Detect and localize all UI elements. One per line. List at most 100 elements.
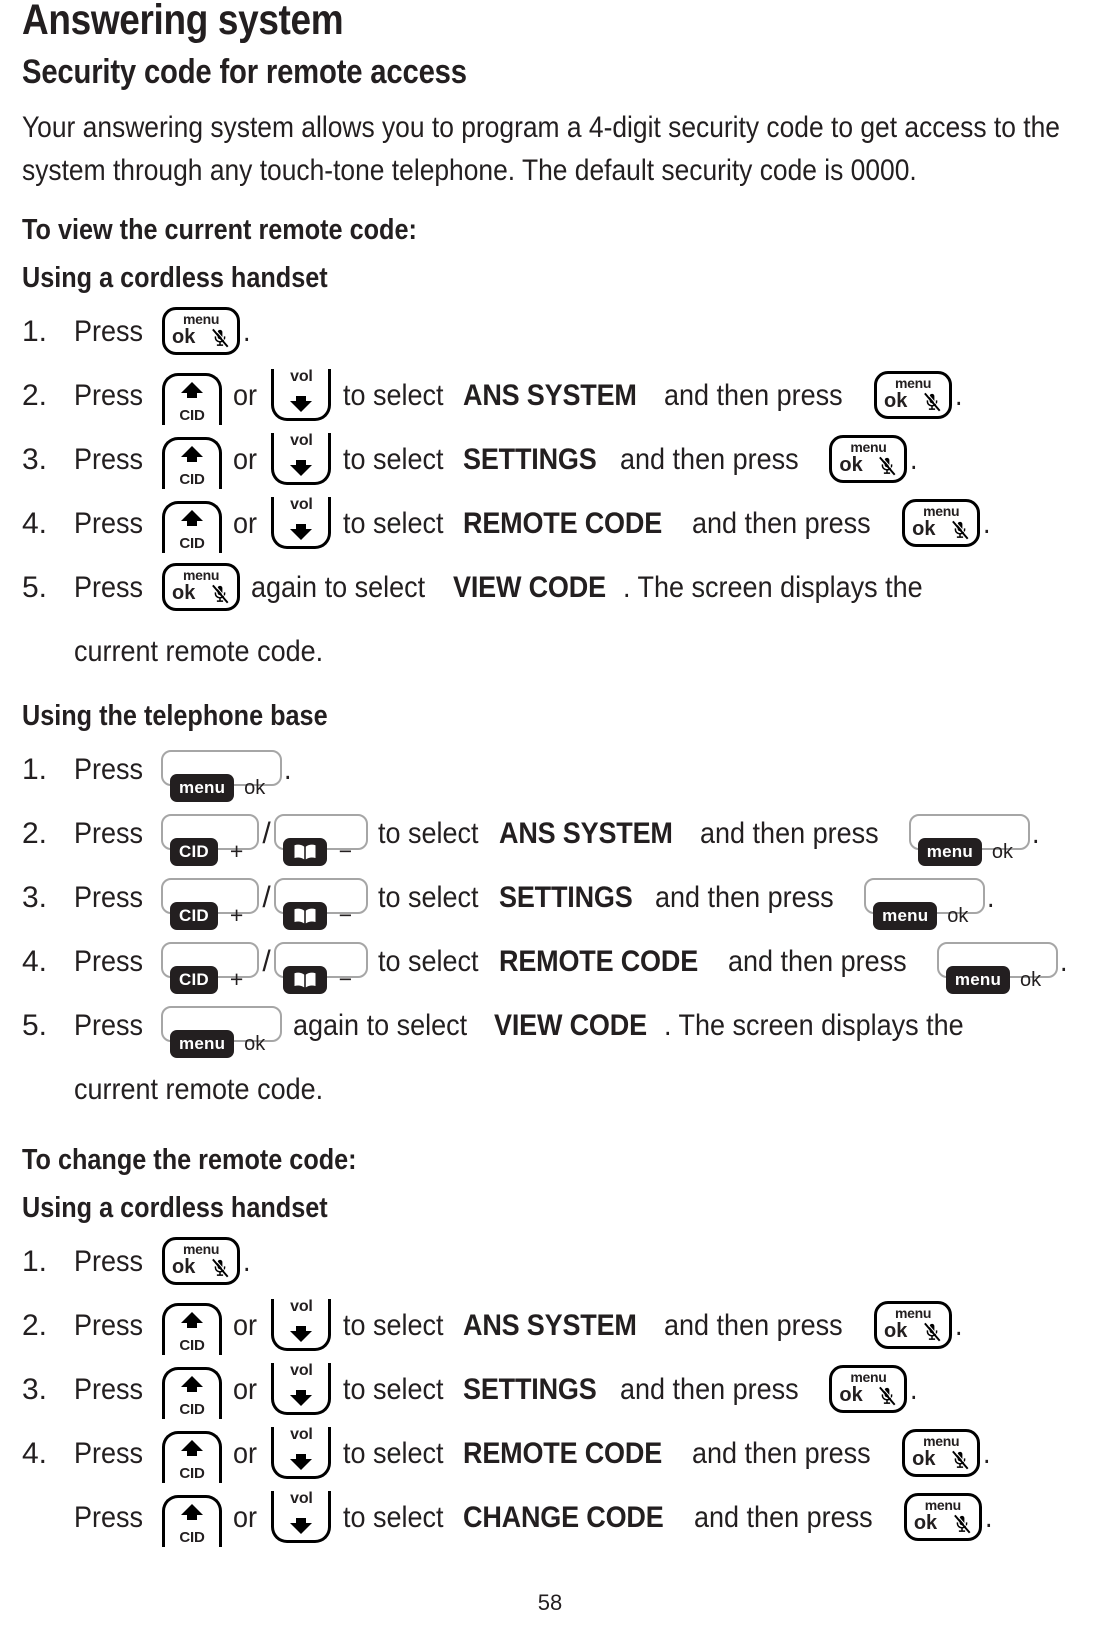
base-menu-ok-key[interactable]: menu ok <box>908 814 1031 867</box>
page-number: 58 <box>537 1590 563 1615</box>
base-key-menu-chip: menu <box>873 902 938 931</box>
menu-selection: ANS SYSTEM <box>498 817 673 850</box>
intro-paragraph: Your answering system allows you to prog… <box>22 111 1060 187</box>
base-book-minus-key[interactable]: − <box>273 942 369 995</box>
step-text-select: to select <box>378 945 480 978</box>
step-text-select: to select <box>378 817 480 850</box>
handset-vol-down-key[interactable]: vol <box>271 1362 332 1416</box>
handset-menu-ok-key[interactable]: menu ok <box>902 1429 981 1478</box>
handset-menu-ok-key[interactable]: menu ok <box>162 1237 241 1286</box>
key-menu-label: menu <box>182 311 220 328</box>
subheading-handset-change: Using a cordless handset <box>22 1192 328 1224</box>
step-text-end: . <box>983 507 991 540</box>
mute-mic-icon <box>953 1513 972 1534</box>
handset-cid-up-key[interactable]: CID <box>162 373 223 426</box>
step-text: Press <box>74 507 144 540</box>
handset-cid-up-key[interactable]: CID <box>162 1495 223 1548</box>
step-text-select: to select <box>342 379 444 412</box>
base-key-menu-chip: menu <box>945 966 1011 995</box>
handset-menu-ok-key[interactable]: menu ok <box>874 371 953 420</box>
step-text-select: again to select <box>292 1009 467 1042</box>
key-vol-label: vol <box>290 1298 313 1316</box>
page-title: Answering system <box>22 0 344 44</box>
menu-selection: ANS SYSTEM <box>462 1309 637 1342</box>
handset-menu-ok-key[interactable]: menu ok <box>874 1301 953 1350</box>
base-menu-ok-key[interactable]: menu ok <box>161 1006 283 1059</box>
list-item: 1. Press menu ok . <box>22 1230 1078 1294</box>
base-menu-ok-key[interactable]: menu ok <box>864 878 986 931</box>
base-key-cid-chip: CID <box>170 838 218 867</box>
handset-cid-up-key[interactable]: CID <box>162 1367 223 1420</box>
step-text-end: . <box>284 753 292 786</box>
step-text: Press <box>74 1373 144 1406</box>
base-key-cid-chip: CID <box>170 902 218 931</box>
handset-cid-up-key[interactable]: CID <box>162 1303 223 1356</box>
key-separator: / <box>262 817 271 850</box>
handset-vol-down-key[interactable]: vol <box>271 1426 332 1480</box>
key-menu-label: menu <box>894 1305 932 1322</box>
mute-mic-icon <box>924 391 942 412</box>
handset-cid-up-key[interactable]: CID <box>162 501 223 554</box>
step-number: 5. <box>22 1009 48 1042</box>
base-cid-plus-key[interactable]: CID + <box>161 878 260 931</box>
steps-base-view: 1. Press menu ok . 2. Press CID + / − to s… <box>22 738 1078 1122</box>
menu-selection: ANS SYSTEM <box>462 379 637 412</box>
key-ok-label: ok <box>913 1512 938 1535</box>
handset-vol-down-key[interactable]: vol <box>271 496 332 550</box>
list-item: 4. Press CID or vol to select REMOTE COD… <box>22 1422 1078 1486</box>
base-key-menu-chip: menu <box>170 774 235 803</box>
handset-cid-up-key[interactable]: CID <box>162 1431 223 1484</box>
step-text-mid: or <box>233 443 258 476</box>
step-text-then: and then press <box>694 1501 873 1534</box>
base-cid-plus-key[interactable]: CID + <box>161 942 260 995</box>
base-book-minus-key[interactable]: − <box>273 814 369 867</box>
handset-menu-ok-key[interactable]: menu ok <box>829 435 908 484</box>
step-text-select: to select <box>342 1437 444 1470</box>
handset-menu-ok-key[interactable]: menu ok <box>829 1365 908 1414</box>
triangle-up-icon <box>181 1312 204 1329</box>
triangle-down-icon <box>290 460 313 477</box>
manual-page: Answering system Security code for remot… <box>0 0 1100 1628</box>
triangle-up-icon <box>181 446 204 463</box>
step-text-end: . <box>910 443 918 476</box>
step-number: 4. <box>22 507 48 540</box>
key-cid-label: CID <box>179 1337 205 1355</box>
handset-cid-up-key[interactable]: CID <box>162 437 223 490</box>
list-item: 3. Press CID + / − to select SETTINGS and… <box>22 866 1078 931</box>
handset-vol-down-key[interactable]: vol <box>271 432 332 486</box>
key-cid-label: CID <box>179 407 205 425</box>
step-text-select: to select <box>342 443 444 476</box>
base-book-minus-key[interactable]: − <box>273 878 369 931</box>
key-separator: / <box>262 945 271 978</box>
handset-menu-ok-key[interactable]: menu ok <box>162 307 241 356</box>
key-menu-label: menu <box>850 439 887 456</box>
mute-mic-icon <box>952 519 970 540</box>
base-key-minus-label: − <box>338 902 353 929</box>
key-cid-label: CID <box>179 1465 205 1483</box>
base-cid-plus-key[interactable]: CID + <box>161 814 260 867</box>
mute-mic-icon <box>952 1449 970 1470</box>
key-menu-label: menu <box>923 503 960 520</box>
menu-selection: REMOTE CODE <box>462 507 662 540</box>
step-text-select: to select <box>342 1309 444 1342</box>
step-text-mid: or <box>233 379 258 412</box>
step-text-end: . <box>243 1245 251 1278</box>
step-text: Press <box>74 753 144 786</box>
key-cid-label: CID <box>179 1401 205 1419</box>
handset-menu-ok-key[interactable]: menu ok <box>902 499 981 548</box>
base-key-ok-label: ok <box>991 841 1014 864</box>
key-ok-label: ok <box>839 454 863 477</box>
base-menu-ok-key[interactable]: menu ok <box>936 942 1059 995</box>
base-menu-ok-key[interactable]: menu ok <box>161 750 283 803</box>
step-text-end: . <box>984 1501 993 1534</box>
handset-vol-down-key[interactable]: vol <box>271 368 332 422</box>
base-key-book-chip <box>282 966 327 995</box>
handset-vol-down-key[interactable]: vol <box>271 1298 332 1352</box>
step-text-then: and then press <box>699 817 879 850</box>
handset-menu-ok-key[interactable]: menu ok <box>162 563 241 612</box>
menu-selection: SETTINGS <box>462 1373 597 1406</box>
handset-vol-down-key[interactable]: vol <box>271 1490 332 1544</box>
handset-menu-ok-key[interactable]: menu ok <box>903 1493 982 1542</box>
menu-selection: SETTINGS <box>462 443 597 476</box>
menu-selection: VIEW CODE <box>453 571 607 604</box>
